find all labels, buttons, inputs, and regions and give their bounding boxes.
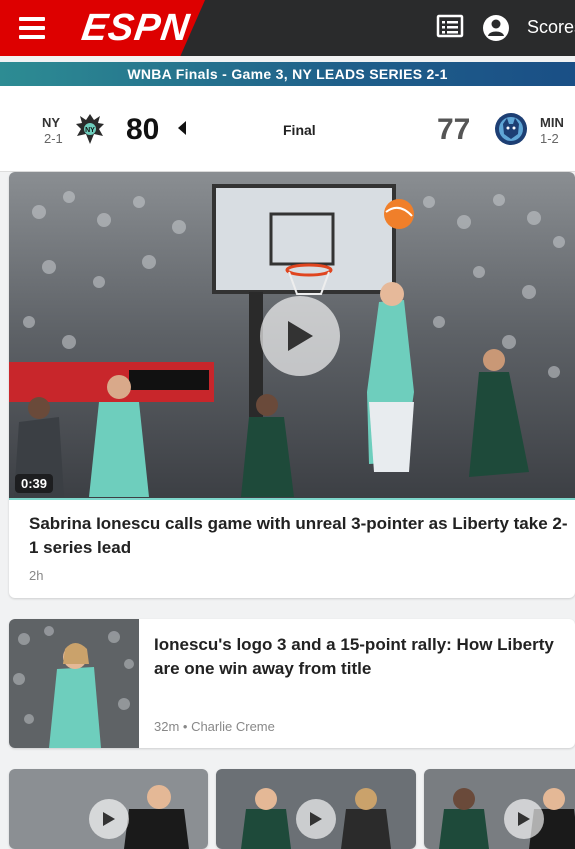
away-team-abbr: NY bbox=[42, 115, 61, 130]
user-account-icon[interactable] bbox=[482, 14, 510, 42]
scores-link[interactable]: Scores bbox=[527, 17, 575, 38]
away-team-score: 80 bbox=[126, 113, 160, 146]
story-card[interactable]: Ionescu's logo 3 and a 15-point rally: H… bbox=[9, 619, 575, 748]
story-meta: 32m • Charlie Creme bbox=[154, 719, 275, 734]
video-thumb-card-3[interactable] bbox=[424, 769, 575, 849]
video-duration-badge: 0:39 bbox=[15, 474, 54, 493]
video-thumb-2-play-button[interactable] bbox=[296, 799, 336, 839]
hero-timestamp: 2h bbox=[29, 568, 44, 583]
play-icon bbox=[310, 812, 322, 826]
hero-headline[interactable]: Sabrina Ionescu calls game with unreal 3… bbox=[29, 512, 569, 560]
lynx-logo-icon bbox=[495, 113, 527, 145]
play-icon bbox=[103, 812, 115, 826]
away-team-record: 2-1 bbox=[44, 131, 63, 146]
play-icon bbox=[518, 812, 530, 826]
series-banner[interactable]: WNBA Finals - Game 3, NY LEADS SERIES 2-… bbox=[0, 62, 575, 86]
story-headline[interactable]: Ionescu's logo 3 and a 15-point rally: H… bbox=[154, 633, 569, 681]
video-thumb-3-image bbox=[424, 769, 575, 849]
video-thumb-1-play-button[interactable] bbox=[89, 799, 129, 839]
game-scoreboard[interactable]: NY 2-1 NY 80 Final 77 MIN 1-2 bbox=[0, 86, 575, 172]
story-thumbnail bbox=[9, 619, 139, 748]
hero-play-button[interactable] bbox=[260, 296, 340, 376]
hero-video-card[interactable]: 0:39 Sabrina Ionescu calls game with unr… bbox=[9, 172, 575, 598]
menu-icon[interactable] bbox=[19, 17, 45, 39]
home-team-abbr: MIN bbox=[540, 115, 564, 130]
video-thumb-card-1[interactable] bbox=[9, 769, 208, 849]
video-thumb-3-play-button[interactable] bbox=[504, 799, 544, 839]
home-team-score: 77 bbox=[437, 113, 471, 146]
liberty-logo-icon: NY bbox=[76, 114, 104, 144]
video-progress-accent bbox=[9, 498, 575, 500]
winner-arrow-icon bbox=[178, 121, 186, 135]
svg-text:NY: NY bbox=[85, 127, 95, 134]
top-nav-bar: ESPN Scores bbox=[0, 0, 575, 56]
game-status: Final bbox=[283, 122, 316, 138]
video-thumb-card-2[interactable] bbox=[216, 769, 416, 849]
news-list-icon[interactable] bbox=[436, 14, 464, 40]
hero-video-thumbnail[interactable]: 0:39 bbox=[9, 172, 575, 500]
home-team-record: 1-2 bbox=[540, 131, 559, 146]
espn-logo[interactable]: ESPN bbox=[79, 7, 192, 49]
play-icon bbox=[288, 321, 313, 351]
